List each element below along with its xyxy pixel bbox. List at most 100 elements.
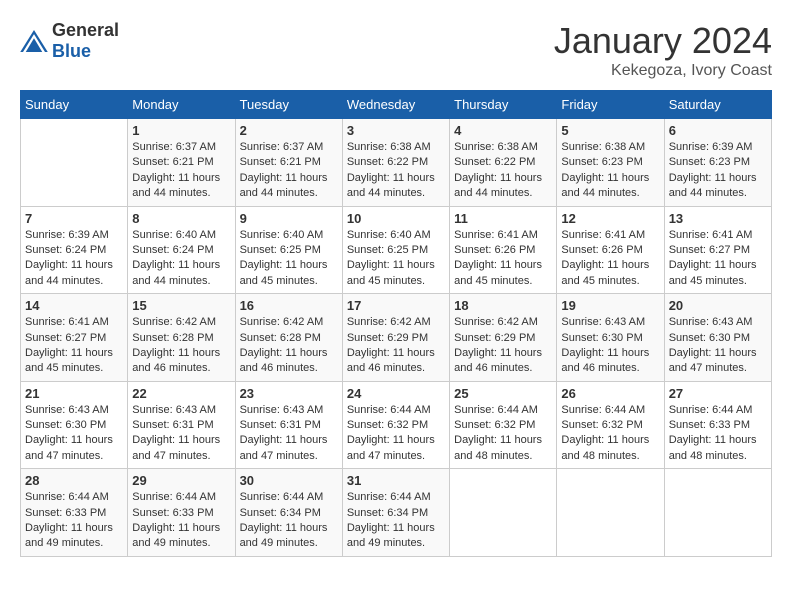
calendar-week-5: 28 Sunrise: 6:44 AMSunset: 6:33 PMDayligh…	[21, 469, 772, 557]
day-number: 16	[240, 298, 338, 313]
day-number: 2	[240, 123, 338, 138]
day-info: Sunrise: 6:40 AMSunset: 6:25 PMDaylight:…	[347, 228, 445, 290]
day-number: 5	[561, 123, 659, 138]
calendar-cell: 22Sunrise: 6:43 AMSunset: 6:31 PMDayligh…	[128, 381, 235, 469]
day-number: 3	[347, 123, 445, 138]
day-info: Sunrise: 6:42 AMSunset: 6:29 PMDaylight:…	[347, 315, 445, 377]
calendar-cell: 8 Sunrise: 6:40 AMSunset: 6:24 PMDaylight…	[128, 206, 235, 294]
day-info: Sunrise: 6:43 AMSunset: 6:31 PMDaylight:…	[240, 403, 338, 465]
day-number: 8	[132, 211, 230, 226]
day-info: Sunrise: 6:38 AMSunset: 6:23 PMDaylight:…	[561, 140, 659, 202]
calendar-cell: 19 Sunrise: 6:43 AMSunset: 6:30 PMDayligh…	[557, 294, 664, 382]
calendar-cell: 21 Sunrise: 6:43 AMSunset: 6:30 PMDayligh…	[21, 381, 128, 469]
logo-general: General	[52, 20, 119, 40]
day-number: 4	[454, 123, 552, 138]
day-info: Sunrise: 6:44 AMSunset: 6:34 PMDaylight:…	[347, 490, 445, 552]
header-monday: Monday	[128, 91, 235, 119]
day-number: 1	[132, 123, 230, 138]
calendar-cell: 3 Sunrise: 6:38 AMSunset: 6:22 PMDaylight…	[342, 119, 449, 207]
calendar-cell: 16 Sunrise: 6:42 AMSunset: 6:28 PMDayligh…	[235, 294, 342, 382]
calendar-cell: 10 Sunrise: 6:40 AMSunset: 6:25 PMDayligh…	[342, 206, 449, 294]
day-info: Sunrise: 6:42 AMSunset: 6:28 PMDaylight:…	[240, 315, 338, 377]
day-info: Sunrise: 6:44 AMSunset: 6:33 PMDaylight:…	[25, 490, 123, 552]
day-number: 15	[132, 298, 230, 313]
calendar-cell: 17 Sunrise: 6:42 AMSunset: 6:29 PMDayligh…	[342, 294, 449, 382]
calendar-cell: 12 Sunrise: 6:41 AMSunset: 6:26 PMDayligh…	[557, 206, 664, 294]
day-number: 19	[561, 298, 659, 313]
day-number: 31	[347, 473, 445, 488]
calendar-cell: 1 Sunrise: 6:37 AMSunset: 6:21 PMDaylight…	[128, 119, 235, 207]
day-info: Sunrise: 6:44 AMSunset: 6:33 PMDaylight:…	[669, 403, 767, 465]
location-title: Kekegoza, Ivory Coast	[554, 62, 772, 80]
calendar-cell: 24 Sunrise: 6:44 AMSunset: 6:32 PMDayligh…	[342, 381, 449, 469]
calendar-cell: 9 Sunrise: 6:40 AMSunset: 6:25 PMDaylight…	[235, 206, 342, 294]
calendar-cell: 4 Sunrise: 6:38 AMSunset: 6:22 PMDaylight…	[450, 119, 557, 207]
day-number: 6	[669, 123, 767, 138]
day-number: 24	[347, 386, 445, 401]
header-wednesday: Wednesday	[342, 91, 449, 119]
day-number: 7	[25, 211, 123, 226]
calendar-cell: 30 Sunrise: 6:44 AMSunset: 6:34 PMDayligh…	[235, 469, 342, 557]
day-info: Sunrise: 6:43 AMSunset: 6:30 PMDaylight:…	[561, 315, 659, 377]
day-number: 21	[25, 386, 123, 401]
day-info: Sunrise: 6:42 AMSunset: 6:28 PMDaylight:…	[132, 315, 230, 377]
day-number: 25	[454, 386, 552, 401]
title-section: January 2024 Kekegoza, Ivory Coast	[554, 20, 772, 80]
day-number: 26	[561, 386, 659, 401]
header-saturday: Saturday	[664, 91, 771, 119]
day-number: 30	[240, 473, 338, 488]
day-number: 10	[347, 211, 445, 226]
calendar-cell: 11 Sunrise: 6:41 AMSunset: 6:26 PMDayligh…	[450, 206, 557, 294]
calendar-cell: 6 Sunrise: 6:39 AMSunset: 6:23 PMDaylight…	[664, 119, 771, 207]
day-info: Sunrise: 6:37 AMSunset: 6:21 PMDaylight:…	[240, 140, 338, 202]
calendar-week-1: 1 Sunrise: 6:37 AMSunset: 6:21 PMDaylight…	[21, 119, 772, 207]
calendar-cell: 23 Sunrise: 6:43 AMSunset: 6:31 PMDayligh…	[235, 381, 342, 469]
day-info: Sunrise: 6:37 AMSunset: 6:21 PMDaylight:…	[132, 140, 230, 202]
day-info: Sunrise: 6:39 AMSunset: 6:23 PMDaylight:…	[669, 140, 767, 202]
day-number: 23	[240, 386, 338, 401]
day-number: 9	[240, 211, 338, 226]
calendar-cell	[450, 469, 557, 557]
logo: General Blue	[20, 20, 119, 62]
calendar-cell	[557, 469, 664, 557]
calendar-cell: 14Sunrise: 6:41 AMSunset: 6:27 PMDayligh…	[21, 294, 128, 382]
calendar-week-4: 21 Sunrise: 6:43 AMSunset: 6:30 PMDayligh…	[21, 381, 772, 469]
day-number: 11	[454, 211, 552, 226]
day-info: Sunrise: 6:41 AMSunset: 6:27 PMDaylight:…	[669, 228, 767, 290]
day-number: 20	[669, 298, 767, 313]
calendar-cell: 2 Sunrise: 6:37 AMSunset: 6:21 PMDaylight…	[235, 119, 342, 207]
day-info: Sunrise: 6:38 AMSunset: 6:22 PMDaylight:…	[347, 140, 445, 202]
day-info: Sunrise: 6:44 AMSunset: 6:33 PMDaylight:…	[132, 490, 230, 552]
header-sunday: Sunday	[21, 91, 128, 119]
day-number: 28	[25, 473, 123, 488]
calendar-cell: 27 Sunrise: 6:44 AMSunset: 6:33 PMDayligh…	[664, 381, 771, 469]
day-info: Sunrise: 6:41 AMSunset: 6:26 PMDaylight:…	[561, 228, 659, 290]
day-number: 12	[561, 211, 659, 226]
header-tuesday: Tuesday	[235, 91, 342, 119]
calendar-week-2: 7Sunrise: 6:39 AMSunset: 6:24 PMDaylight…	[21, 206, 772, 294]
calendar-cell: 31 Sunrise: 6:44 AMSunset: 6:34 PMDayligh…	[342, 469, 449, 557]
day-number: 27	[669, 386, 767, 401]
calendar-cell: 18Sunrise: 6:42 AMSunset: 6:29 PMDayligh…	[450, 294, 557, 382]
day-info: Sunrise: 6:38 AMSunset: 6:22 PMDaylight:…	[454, 140, 552, 202]
month-title: January 2024	[554, 20, 772, 62]
day-info: Sunrise: 6:44 AMSunset: 6:34 PMDaylight:…	[240, 490, 338, 552]
calendar-week-3: 14Sunrise: 6:41 AMSunset: 6:27 PMDayligh…	[21, 294, 772, 382]
logo-text: General Blue	[52, 20, 119, 62]
day-info: Sunrise: 6:40 AMSunset: 6:25 PMDaylight:…	[240, 228, 338, 290]
calendar-cell: 28 Sunrise: 6:44 AMSunset: 6:33 PMDayligh…	[21, 469, 128, 557]
day-info: Sunrise: 6:40 AMSunset: 6:24 PMDaylight:…	[132, 228, 230, 290]
day-number: 13	[669, 211, 767, 226]
day-number: 29	[132, 473, 230, 488]
page-header: General Blue January 2024 Kekegoza, Ivor…	[20, 20, 772, 80]
day-info: Sunrise: 6:44 AMSunset: 6:32 PMDaylight:…	[561, 403, 659, 465]
day-info: Sunrise: 6:43 AMSunset: 6:31 PMDaylight:…	[132, 403, 230, 465]
day-info: Sunrise: 6:44 AMSunset: 6:32 PMDaylight:…	[347, 403, 445, 465]
day-info: Sunrise: 6:43 AMSunset: 6:30 PMDaylight:…	[25, 403, 123, 465]
calendar-cell: 13 Sunrise: 6:41 AMSunset: 6:27 PMDayligh…	[664, 206, 771, 294]
day-number: 17	[347, 298, 445, 313]
header-thursday: Thursday	[450, 91, 557, 119]
calendar-cell: 15 Sunrise: 6:42 AMSunset: 6:28 PMDayligh…	[128, 294, 235, 382]
day-info: Sunrise: 6:41 AMSunset: 6:26 PMDaylight:…	[454, 228, 552, 290]
day-number: 14	[25, 298, 123, 313]
